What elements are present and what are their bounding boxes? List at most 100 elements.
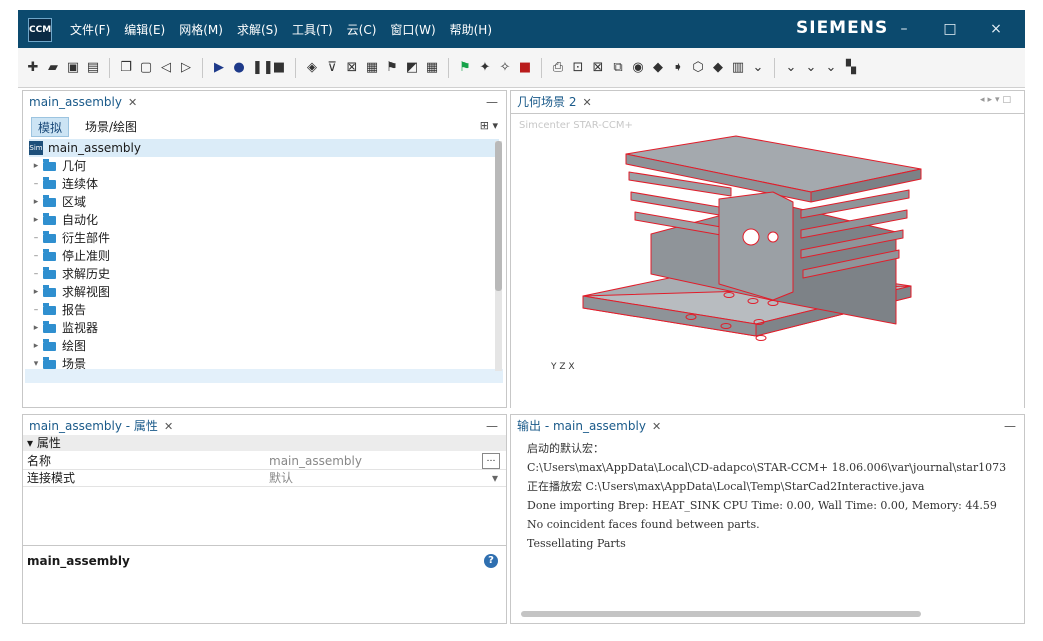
tree-panel-tab[interactable]: main_assembly ✕ [29,91,137,113]
walk-icon[interactable]: ✦ [478,60,492,75]
overflow-icon[interactable]: ⌄ [824,60,838,75]
tree-item-solution-histories[interactable]: – 求解历史 [29,265,499,283]
minimize-icon[interactable]: — [486,91,498,113]
close-icon[interactable]: ✕ [582,96,591,109]
run-fast-icon[interactable]: ✧ [498,60,512,75]
expand-icon[interactable]: ▸ [29,319,43,337]
pause-icon[interactable]: ❚❚ [252,60,274,75]
tab-scenes-plots[interactable]: 场景/绘图 [79,117,143,137]
tree-item-label: 求解历史 [62,267,111,281]
save-icon[interactable]: ▣ [66,60,80,75]
diamond-icon[interactable]: ◆ [711,60,725,75]
properties-panel-tab[interactable]: main_assembly - 属性 ✕ [29,415,173,437]
flag-outline-icon[interactable]: ⚑ [385,60,399,75]
tree-item-stopping-criteria[interactable]: – 停止准则 [29,247,499,265]
tree-item-continua[interactable]: – 连续体 [29,175,499,193]
property-value[interactable]: 默认 [269,470,293,486]
forward-arrow-icon[interactable]: ➧ [671,60,685,75]
axes-triad: Y Z X [551,362,575,372]
tree-item-reports[interactable]: – 报告 [29,301,499,319]
output-panel-tab[interactable]: 输出 - main_assembly ✕ [517,415,661,437]
mesh-icon[interactable]: ◈ [305,60,319,75]
output-horizontal-scrollbar[interactable] [521,611,921,617]
tree-item-derived-parts[interactable]: – 衍生部件 [29,229,499,247]
help-icon[interactable]: ? [484,554,498,568]
minimize-button[interactable]: – [881,21,927,37]
property-group-header[interactable]: ▾ 属性 [23,435,506,451]
collapse-icon[interactable]: ▾ [27,436,33,450]
menu-file[interactable]: 文件(F) [70,21,110,38]
chevron-down-icon[interactable]: ▾ [492,470,498,486]
close-button[interactable]: × [973,21,1019,37]
tree-item-monitors[interactable]: ▸ 监视器 [29,319,499,337]
tree-selection-strip [25,369,503,383]
tree-item-solution-views[interactable]: ▸ 求解视图 [29,283,499,301]
report-icon[interactable]: ▦ [365,60,379,75]
close-icon[interactable]: ✕ [652,420,661,433]
zoom-icon[interactable]: ⊠ [591,60,605,75]
save-all-icon[interactable]: ▤ [86,60,100,75]
step-forward-icon[interactable]: ▷ [179,60,193,75]
record-icon[interactable]: ● [232,60,246,75]
scene-panel-tab[interactable]: 几何场景 2 ✕ [517,91,592,113]
flag-icon[interactable]: ⚑ [458,60,472,75]
tree-item-regions[interactable]: ▸ 区域 [29,193,499,211]
window-icon[interactable]: ⧉ [611,60,625,75]
overflow-icon[interactable]: ⌄ [784,60,798,75]
expand-icon[interactable]: ▸ [29,283,43,301]
edit-button[interactable]: … [482,453,500,469]
back-arrow-icon[interactable]: ◆ [651,60,665,75]
property-row-connection-mode[interactable]: 连接模式 默认 ▾ [23,470,506,487]
scene-panel: 几何场景 2 ✕ ◂▸▾□ Simcenter STAR-CCM+ Y Z X [510,90,1025,408]
camera-icon[interactable]: ◉ [631,60,645,75]
new-file-icon[interactable]: ✚ [26,60,40,75]
scene-viewport[interactable]: Simcenter STAR-CCM+ Y Z X [511,113,1024,408]
minimize-icon[interactable]: — [1004,415,1016,437]
tree-root[interactable]: Sim main_assembly [29,139,499,157]
close-icon[interactable]: ✕ [164,420,173,433]
chevron-down-icon[interactable]: ⌄ [751,60,765,75]
property-value[interactable]: main_assembly [269,453,362,469]
scene-icon[interactable]: ◩ [405,60,419,75]
menu-cloud[interactable]: 云(C) [347,21,377,38]
print-icon[interactable]: ⎙ [551,60,565,75]
menu-tools[interactable]: 工具(T) [292,21,333,38]
overflow-icon[interactable]: ⌄ [804,60,818,75]
menu-mesh[interactable]: 网格(M) [179,21,223,38]
menu-solve[interactable]: 求解(S) [237,21,278,38]
filter-icon[interactable]: ⊽ [325,60,339,75]
menu-help[interactable]: 帮助(H) [450,21,492,38]
close-icon[interactable]: ✕ [128,96,137,109]
expand-icon[interactable]: ▸ [29,193,43,211]
expand-icon[interactable]: ▸ [29,157,43,175]
menu-edit[interactable]: 编辑(E) [124,21,165,38]
tree-item-plots[interactable]: ▸ 绘图 [29,337,499,355]
property-row-name[interactable]: 名称 main_assembly … [23,453,506,470]
stop-red-icon[interactable]: ■ [518,60,532,75]
cube-icon[interactable]: ⬡ [691,60,705,75]
step-back-icon[interactable]: ◁ [159,60,173,75]
tab-simulation[interactable]: 模拟 [31,117,70,137]
layout-icon[interactable]: ▥ [731,60,745,75]
copy-icon[interactable]: ❐ [119,60,133,75]
panel-nav-icons[interactable]: ◂▸▾□ [980,95,1014,105]
tree-scrollbar[interactable] [495,141,502,371]
expand-icon[interactable]: ▸ [29,337,43,355]
grid-icon[interactable]: ▦ [425,60,439,75]
clear-mesh-icon[interactable]: ⊠ [345,60,359,75]
open-folder-icon[interactable]: ▰ [46,60,60,75]
tree-item-geometry[interactable]: ▸ 几何 [29,157,499,175]
clipboard-icon[interactable]: ▢ [139,60,153,75]
log-line: 启动的默认宏： [527,442,604,455]
menu-window[interactable]: 窗口(W) [390,21,435,38]
scrollbar-thumb[interactable] [495,141,502,291]
tree-item-automation[interactable]: ▸ 自动化 [29,211,499,229]
maximize-button[interactable]: □ [927,21,973,37]
minimize-icon[interactable]: — [486,415,498,437]
expand-icon[interactable]: ▸ [29,211,43,229]
tree-view-icon[interactable]: ▚ [844,60,858,75]
run-icon[interactable]: ▶ [212,60,226,75]
fit-view-icon[interactable]: ⊡ [571,60,585,75]
tree-options-icon[interactable]: ⊞ ▾ [480,119,498,132]
stop-icon[interactable]: ■ [272,60,286,75]
